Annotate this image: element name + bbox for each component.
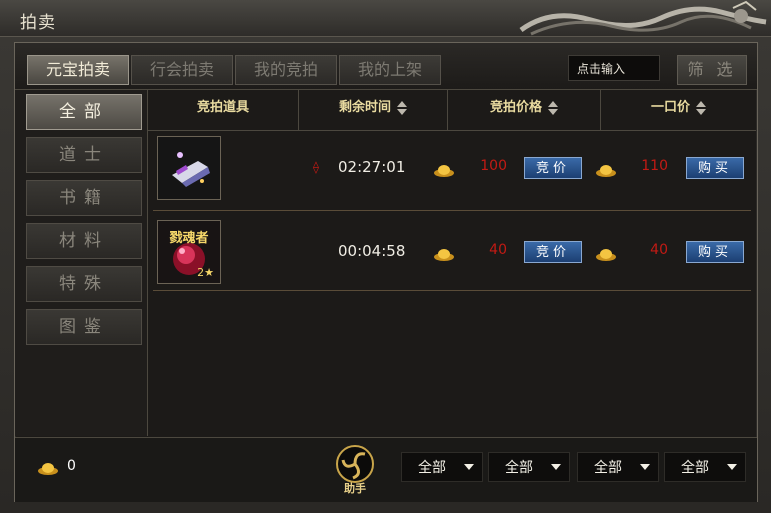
buy-button[interactable]: 购买: [686, 241, 744, 263]
filter-dropdown-2[interactable]: 全部: [488, 452, 570, 482]
category-taoist[interactable]: 道士: [26, 137, 142, 173]
chevron-down-icon: [551, 464, 561, 470]
category-sidebar: 全部 道士 书籍 材料 特殊 图鉴: [15, 90, 148, 436]
search-input[interactable]: 点击输入: [568, 55, 660, 81]
sort-arrows-icon[interactable]: [548, 100, 558, 115]
buyout-price: 110: [641, 158, 668, 174]
bid-button[interactable]: 竞价: [524, 241, 582, 263]
table-row: ⟠ 02:27:01 100 竞价 110 购买: [153, 132, 751, 211]
dragon-ornament-icon: [519, 0, 767, 36]
tab-row: 元宝拍卖 行会拍卖 我的竞拍 我的上架 点击输入 筛 选: [15, 43, 757, 90]
category-all[interactable]: 全部: [26, 94, 142, 130]
chevron-down-icon: [727, 464, 737, 470]
column-header-item: 竞拍道具: [196, 100, 249, 115]
footer-bar: 0 助手 全部 全部 全部 全部: [15, 437, 757, 502]
filter-button[interactable]: 筛 选: [677, 55, 747, 85]
buyout-price: 40: [650, 242, 668, 258]
column-header-buyout[interactable]: 一口价: [601, 90, 756, 130]
filter-dropdown-3[interactable]: 全部: [577, 452, 659, 482]
gold-ingot-icon: [434, 249, 454, 261]
tab-guild-auction[interactable]: 行会拍卖: [131, 55, 233, 85]
helper-button[interactable]: 助手: [333, 444, 377, 496]
auction-table: 竞拍道具 剩余时间 竞拍价格 一口价 ⟠ 02:27:01 100 竞价 110…: [148, 90, 756, 436]
column-header-time[interactable]: 剩余时间: [299, 90, 447, 130]
table-header: 竞拍道具 剩余时间 竞拍价格 一口价: [148, 90, 756, 131]
helper-label: 助手: [344, 482, 366, 495]
window-title: 拍卖: [20, 13, 56, 33]
gold-ingot-icon: [596, 165, 616, 177]
bid-price: 100: [480, 158, 507, 174]
filter-dropdown-4[interactable]: 全部: [664, 452, 746, 482]
sort-arrows-icon[interactable]: [696, 100, 706, 115]
bid-price: 40: [489, 242, 507, 258]
buy-button[interactable]: 购买: [686, 157, 744, 179]
tab-my-listings[interactable]: 我的上架: [339, 55, 441, 85]
auction-panel: 元宝拍卖 行会拍卖 我的竞拍 我的上架 点击输入 筛 选 全部 道士 书籍 材料…: [14, 42, 758, 502]
bid-button[interactable]: 竞价: [524, 157, 582, 179]
spaceship-item-icon[interactable]: [157, 136, 221, 200]
table-row: 戮魂者 2★ 00:04:58 40 竞价 40 购买: [153, 212, 751, 291]
tab-yuanbao-auction[interactable]: 元宝拍卖: [27, 55, 129, 85]
auction-window: 拍卖 元宝拍卖 行会拍卖 我的竞拍 我的上架 点击输入 筛 选 全部 道士 书籍…: [0, 0, 771, 513]
bid-marker-icon: ⟠: [313, 160, 319, 174]
category-codex[interactable]: 图鉴: [26, 309, 142, 345]
column-header-bid-price[interactable]: 竞拍价格: [448, 90, 600, 130]
gold-ingot-icon: [596, 249, 616, 261]
item-name-label: 戮魂者: [169, 231, 209, 246]
remaining-time: 02:27:01: [338, 158, 406, 176]
gold-ingot-icon: [38, 463, 58, 475]
filter-dropdown-1[interactable]: 全部: [401, 452, 483, 482]
helper-swirl-icon: [336, 445, 374, 483]
currency-amount: 0: [67, 458, 76, 474]
sort-arrows-icon[interactable]: [397, 100, 407, 115]
chevron-down-icon: [640, 464, 650, 470]
gold-ingot-icon: [434, 165, 454, 177]
title-bar: 拍卖: [0, 0, 771, 37]
category-special[interactable]: 特殊: [26, 266, 142, 302]
category-books[interactable]: 书籍: [26, 180, 142, 216]
item-star-rating: 2★: [197, 266, 214, 279]
category-materials[interactable]: 材料: [26, 223, 142, 259]
chevron-down-icon: [464, 464, 474, 470]
remaining-time: 00:04:58: [338, 242, 406, 260]
tab-my-bids[interactable]: 我的竞拍: [235, 55, 337, 85]
red-soul-gem-icon[interactable]: 戮魂者 2★: [157, 220, 221, 284]
